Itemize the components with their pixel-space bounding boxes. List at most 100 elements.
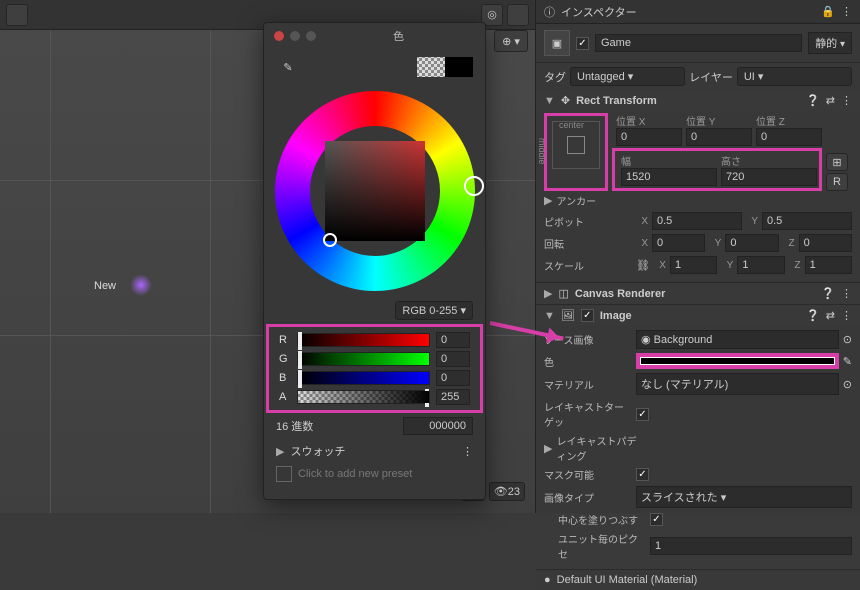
color-picker-window: 色 ✎ RGB 0-255 ▾ R 0 G 0 B 0 A [263,22,486,500]
material-field[interactable]: なし (マテリアル) [636,373,839,395]
raw-edit-button[interactable]: R [826,173,848,191]
pivot-y-input[interactable]: 0.5 [762,212,852,230]
foldout-icon[interactable]: ▼ [544,95,555,107]
image-enabled-checkbox[interactable]: ✓ [581,309,594,322]
help-icon[interactable]: ❔ [806,309,820,322]
scene-object-label: New [94,280,116,292]
rgb-sliders-group: R 0 G 0 B 0 A 255 [266,324,483,413]
color-mode-dropdown[interactable]: RGB 0-255 ▾ [395,301,473,320]
visibility-count[interactable]: 👁23 [489,482,525,501]
image-component: ▼🖼✓Image❔⇄⋮ ソース画像◉ Background⊙ 色✎ マテリアルな… [536,305,860,570]
static-dropdown[interactable]: 静的 ▾ [808,32,852,54]
maximize-icon[interactable] [306,31,316,41]
eyedropper-icon[interactable]: ✎ [843,355,852,368]
scale-y[interactable]: 1 [737,256,784,274]
height-input[interactable]: 720 [721,168,817,186]
maskable-checkbox[interactable]: ✓ [636,468,649,481]
g-slider[interactable] [297,352,430,366]
foldout-icon[interactable]: ▶ [544,194,552,207]
color-wheel[interactable] [275,91,475,291]
image-type-dropdown[interactable]: スライスされた ▾ [636,486,852,508]
pos-x-input[interactable]: 0 [616,128,682,146]
rot-z[interactable]: 0 [799,234,852,252]
material-icon: ● [544,574,551,586]
close-icon[interactable] [274,31,284,41]
sat-cursor[interactable] [323,233,337,247]
menu-icon[interactable]: ⋮ [841,309,852,322]
anchor-preset-button[interactable]: center middle [552,121,600,169]
add-preset-button[interactable] [276,466,292,482]
window-titlebar[interactable]: 色 [264,23,485,49]
pos-z-input[interactable]: 0 [756,128,822,146]
r-value[interactable]: 0 [436,332,470,348]
menu-icon[interactable]: ⋮ [462,445,473,458]
canvas-renderer-component: ▶◫Canvas Renderer❔⋮ [536,283,860,305]
minimize-icon[interactable] [290,31,300,41]
b-label: B [279,372,291,384]
rect-transform-component: ▼ ✥ Rect Transform ❔ ⇄ ⋮ center middle 位… [536,90,860,283]
preset-icon[interactable]: ⇄ [826,309,835,322]
swatch-label: スウォッチ [290,443,345,459]
r-label: R [279,334,291,346]
object-picker-icon[interactable]: ⊙ [843,333,852,346]
foldout-icon[interactable]: ▶ [276,445,284,458]
foldout-icon[interactable]: ▼ [544,310,555,322]
b-slider[interactable] [297,371,430,385]
scale-z[interactable]: 1 [805,256,852,274]
saturation-box[interactable] [325,141,425,241]
a-value[interactable]: 255 [436,389,470,405]
pos-y-input[interactable]: 0 [686,128,752,146]
layer-dropdown[interactable]: UI ▾ [737,67,852,86]
fill-center-checkbox[interactable]: ✓ [650,513,663,526]
tool-light[interactable] [507,4,529,26]
tag-label: タグ [544,69,566,85]
foldout-icon[interactable]: ▶ [544,442,552,455]
a-slider[interactable] [297,390,430,404]
menu-icon[interactable]: ⋮ [841,5,852,18]
object-picker-icon[interactable]: ⊙ [843,378,852,391]
b-value[interactable]: 0 [436,370,470,386]
menu-icon[interactable]: ⋮ [841,287,852,300]
scale-x[interactable]: 1 [670,256,717,274]
help-icon[interactable]: ❔ [806,94,820,107]
gameobject-icon[interactable]: ▣ [544,30,570,56]
foldout-icon[interactable]: ▶ [544,287,552,300]
gizmo-icon[interactable] [130,274,152,296]
material-footer: ● Default UI Material (Material) [536,570,860,590]
g-label: G [279,353,291,365]
tool-shaded[interactable] [6,4,28,26]
color-field[interactable] [636,353,839,369]
source-image-field[interactable]: ◉ Background [636,330,839,349]
g-value[interactable]: 0 [436,351,470,367]
blueprint-mode-button[interactable]: ⊞ [826,153,848,171]
object-name-input[interactable]: Game [595,34,802,52]
hex-input[interactable]: 000000 [403,417,473,435]
rot-x[interactable]: 0 [652,234,705,252]
pivot-x-input[interactable]: 0.5 [652,212,742,230]
gizmo-dropdown[interactable]: ⊕ ▾ [494,30,528,52]
rot-y[interactable]: 0 [725,234,778,252]
hue-cursor[interactable] [464,176,484,196]
hex-label: 16 進数 [276,418,313,434]
lock-icon[interactable]: 🔒 [821,5,835,18]
inspector-header: ⓘ インスペクター 🔒 ⋮ [536,0,860,24]
preset-icon[interactable]: ⇄ [826,94,835,107]
help-icon[interactable]: ❔ [821,287,835,300]
image-icon: 🖼 [561,309,575,322]
tag-dropdown[interactable]: Untagged ▾ [570,67,685,86]
active-checkbox[interactable]: ✓ [576,37,589,50]
window-title: 色 [322,28,475,44]
raycast-checkbox[interactable]: ✓ [636,408,649,421]
a-label: A [279,391,291,403]
color-preview [417,57,473,77]
menu-icon[interactable]: ⋮ [841,94,852,107]
eyedropper-icon[interactable]: ✎ [276,55,300,79]
ppu-input[interactable]: 1 [650,537,852,555]
link-icon[interactable]: ⛓ [636,259,650,272]
inspector-icon: ⓘ [544,4,555,20]
canvas-icon: ◫ [558,287,568,300]
r-slider[interactable] [297,333,430,347]
preview-original [417,57,445,77]
width-input[interactable]: 1520 [621,168,717,186]
component-title: Rect Transform [576,95,800,107]
